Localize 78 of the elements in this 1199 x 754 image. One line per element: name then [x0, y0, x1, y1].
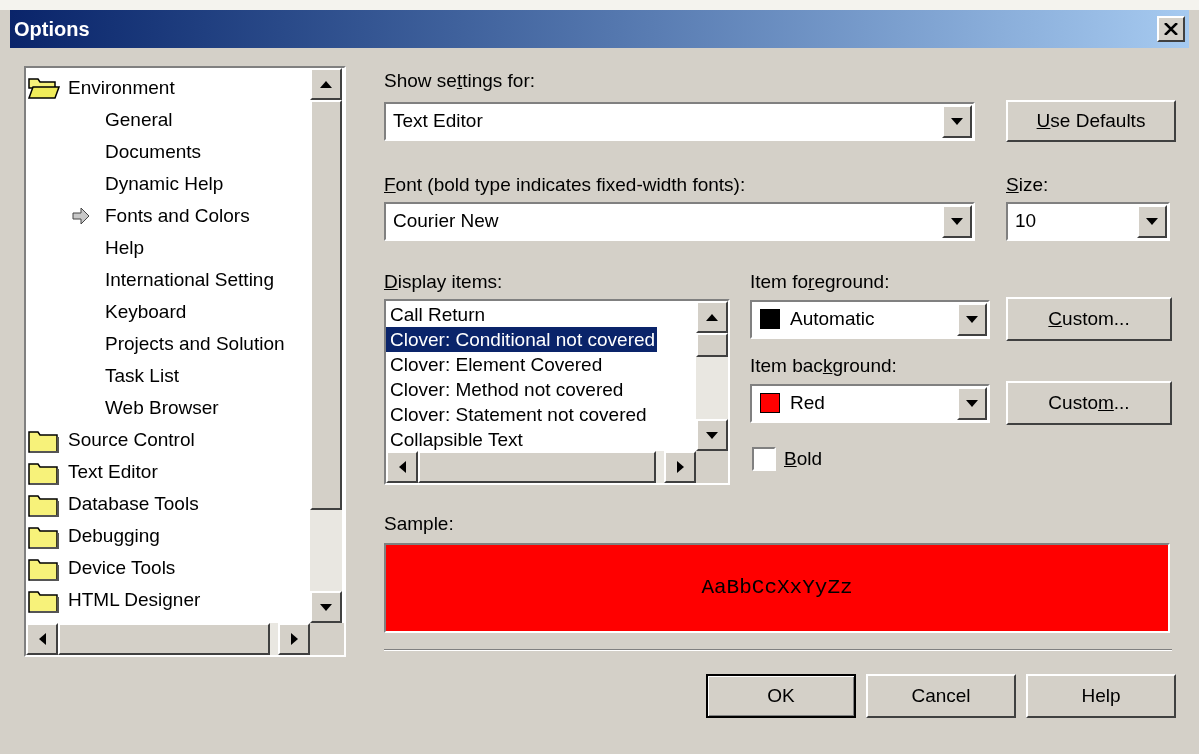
close-button[interactable] [1157, 16, 1185, 42]
list-item[interactable]: Collapsible Text [386, 427, 525, 451]
checkbox-label: Bold [784, 447, 823, 471]
scroll-down-button[interactable] [310, 591, 342, 623]
down-arrow-icon [706, 431, 718, 439]
vertical-scrollbar[interactable] [310, 68, 342, 623]
field-label: Sample: [384, 512, 455, 536]
tree-item[interactable]: Task List [105, 361, 179, 391]
list-item[interactable]: Clover: Element Covered [386, 352, 605, 377]
tree-item[interactable]: Source Control [66, 425, 197, 455]
scroll-thumb[interactable] [418, 451, 656, 483]
dropdown-arrow-icon [951, 218, 963, 225]
dropdown-arrow-icon [951, 117, 963, 125]
dialog-button[interactable]: Cancel [866, 674, 1016, 718]
use-defaults-button[interactable]: Use Defaults [1006, 100, 1176, 142]
left-arrow-icon [38, 633, 46, 645]
scroll-left-button[interactable] [26, 623, 58, 655]
scroll-up-button[interactable] [696, 301, 728, 333]
list-item[interactable]: Clover: Conditional not covered [386, 327, 658, 352]
custom-button[interactable]: Custom... [1006, 381, 1172, 425]
up-arrow-icon [706, 313, 718, 321]
dropdown[interactable]: Red [750, 383, 990, 423]
tree-item[interactable]: HTML Designer [66, 585, 203, 615]
dropdown[interactable]: Automatic [750, 299, 990, 339]
bold-checkbox[interactable] [752, 447, 776, 472]
field-label: Show settings for: [384, 69, 537, 93]
scroll-right-button[interactable] [278, 623, 310, 655]
dropdown-arrow-icon [966, 315, 978, 323]
scrollbar-corner [696, 451, 728, 483]
tree-item[interactable]: Text Editor [66, 457, 160, 487]
list-item[interactable]: Call Return [386, 302, 488, 327]
scroll-up-button[interactable] [310, 68, 342, 100]
window-title: Options [14, 17, 90, 42]
tree-item[interactable]: Debugging [66, 521, 162, 551]
scrollbar-corner [310, 623, 344, 655]
tree-item[interactable]: General [105, 105, 173, 135]
field-label: Font (bold type indicates fixed-width fonts): [384, 173, 747, 197]
field-label: Display items: [384, 270, 504, 294]
dropdown[interactable]: Courier New [384, 202, 975, 241]
field-label: Item foreground: [750, 270, 891, 294]
up-arrow-icon [320, 80, 332, 88]
scroll-right-button[interactable] [664, 451, 696, 483]
dialog-button[interactable]: OK [706, 674, 856, 718]
sample-text: AaBbCcXxYyZz [701, 575, 853, 602]
scroll-down-button[interactable] [696, 419, 728, 451]
down-arrow-icon [320, 603, 332, 611]
field-label: Size: [1006, 173, 1050, 197]
tree-item[interactable]: Help [105, 233, 145, 263]
tree-item[interactable]: Database Tools [66, 489, 201, 519]
close-icon [1164, 23, 1178, 35]
tree-item[interactable]: Projects and Solution [105, 329, 285, 359]
list-item[interactable]: Clover: Method not covered [386, 377, 626, 402]
tree-item[interactable]: Web Browser [105, 393, 219, 423]
right-arrow-icon [676, 461, 684, 473]
right-arrow-icon [290, 633, 298, 645]
custom-button[interactable]: Custom... [1006, 297, 1172, 341]
tree-item[interactable]: Environment [66, 73, 177, 103]
left-arrow-icon [398, 461, 406, 473]
tree-item[interactable]: Fonts and Colors [105, 201, 250, 231]
dropdown[interactable]: 10 [1006, 202, 1170, 241]
scroll-left-button[interactable] [386, 451, 418, 483]
horizontal-scrollbar[interactable] [26, 623, 310, 655]
scroll-thumb[interactable] [696, 333, 728, 357]
tree-item[interactable]: International Setting [105, 265, 274, 295]
list-item[interactable]: Clover: Statement not covered [386, 402, 649, 427]
horizontal-scrollbar[interactable] [386, 451, 696, 483]
field-label: Item background: [750, 354, 898, 378]
scroll-thumb[interactable] [310, 100, 342, 510]
tree-item[interactable]: Documents [105, 137, 202, 167]
scroll-thumb[interactable] [58, 623, 270, 655]
tree-item[interactable]: Device Tools [66, 553, 178, 583]
dropdown-arrow-icon [966, 399, 978, 407]
dialog-button[interactable]: Help [1026, 674, 1176, 718]
tree-item[interactable]: Keyboard [105, 297, 187, 327]
dropdown-arrow-icon [1146, 218, 1158, 225]
dropdown[interactable]: Text Editor [384, 101, 975, 141]
vertical-scrollbar[interactable] [696, 301, 728, 451]
tree-item[interactable]: Dynamic Help [105, 169, 224, 199]
